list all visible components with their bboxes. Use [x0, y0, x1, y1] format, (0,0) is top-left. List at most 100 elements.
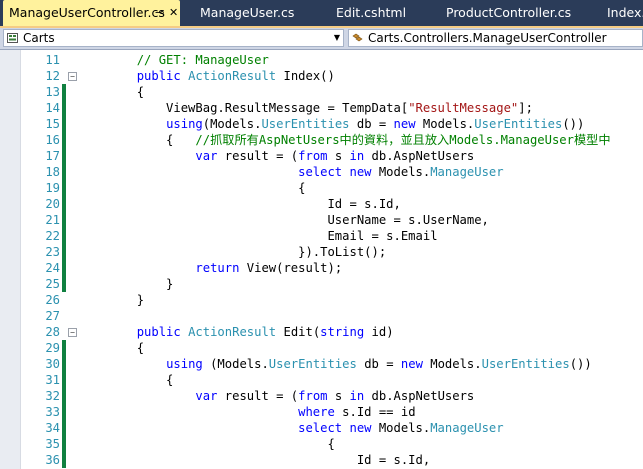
- tab-managerusercontroller[interactable]: ManageUserController.cs ⊸ ✕: [3, 0, 180, 26]
- tab-productcontroller[interactable]: ProductController.cs: [440, 0, 590, 26]
- code-line[interactable]: 15 using(Models.UserEntities db = new Mo…: [0, 116, 643, 132]
- ide-window: ManageUserController.cs ⊸ ✕ ManageUser.c…: [0, 0, 643, 469]
- tab-label: ManageUser.cs: [200, 5, 295, 20]
- code-line[interactable]: 26 }: [0, 292, 643, 308]
- code-line[interactable]: 32 var result = (from s in db.AspNetUser…: [0, 388, 643, 404]
- code-token: {: [78, 85, 145, 99]
- close-icon[interactable]: ✕: [169, 0, 178, 26]
- change-marker: [62, 100, 66, 116]
- code-line[interactable]: 14 ViewBag.ResultMessage = TempData["Res…: [0, 100, 643, 116]
- code-line[interactable]: 25 }: [0, 276, 643, 292]
- code-token: db =: [349, 117, 394, 131]
- tab-index[interactable]: Index.: [601, 0, 643, 26]
- change-marker: [62, 356, 66, 372]
- line-number: 32: [45, 389, 60, 403]
- code-line[interactable]: 19 {: [0, 180, 643, 196]
- line-number: 11: [45, 53, 60, 67]
- code-line[interactable]: 34 select new Models.ManageUser: [0, 420, 643, 436]
- change-marker: [62, 404, 66, 420]
- code-token: Email = s.Email: [78, 229, 438, 243]
- change-marker: [62, 420, 66, 436]
- code-token: using: [166, 117, 203, 131]
- code-text: using (Models.UserEntities db = new Mode…: [78, 356, 592, 372]
- code-line[interactable]: 11 // GET: ManageUser: [0, 52, 643, 68]
- code-line[interactable]: 21 UserName = s.UserName,: [0, 212, 643, 228]
- change-marker: [62, 452, 66, 468]
- change-marker: [62, 228, 66, 244]
- line-number: 23: [45, 245, 60, 259]
- code-token: select new: [298, 421, 379, 435]
- code-line[interactable]: 30 using (Models.UserEntities db = new M…: [0, 356, 643, 372]
- chevron-down-icon: ▼: [333, 33, 340, 42]
- line-number: 21: [45, 213, 60, 227]
- change-marker: [62, 180, 66, 196]
- code-line[interactable]: 17 var result = (from s in db.AspNetUser…: [0, 148, 643, 164]
- change-marker: [62, 212, 66, 228]
- code-editor[interactable]: 11 // GET: ManageUser 12− public ActionRe…: [0, 50, 643, 469]
- code-token: Edit(: [276, 325, 321, 339]
- line-number: 25: [45, 277, 60, 291]
- code-line[interactable]: 28− public ActionResult Edit(string id): [0, 324, 643, 340]
- code-token: {: [78, 341, 145, 355]
- code-line[interactable]: 22 Email = s.Email: [0, 228, 643, 244]
- code-token: // GET: ManageUser: [136, 53, 269, 67]
- line-number: 36: [45, 453, 60, 467]
- code-token: s.Id == id: [342, 405, 416, 419]
- code-line[interactable]: 23 }).ToList();: [0, 244, 643, 260]
- code-line[interactable]: 13 {: [0, 84, 643, 100]
- code-line[interactable]: 36 Id = s.Id,: [0, 452, 643, 468]
- type-dropdown[interactable]: Carts.Controllers.ManageUserController: [348, 29, 643, 47]
- code-line[interactable]: 24 return View(result);: [0, 260, 643, 276]
- pin-icon[interactable]: ⊸: [155, 0, 164, 26]
- code-token: ManageUser: [430, 421, 504, 435]
- code-line[interactable]: 33 where s.Id == id: [0, 404, 643, 420]
- code-text: return View(result);: [78, 260, 342, 276]
- collapse-icon[interactable]: −: [68, 72, 77, 81]
- code-token: var: [195, 389, 225, 403]
- tab-manageuser[interactable]: ManageUser.cs: [194, 0, 314, 26]
- code-text: {: [78, 436, 334, 452]
- code-token: }: [78, 277, 174, 291]
- code-text: ViewBag.ResultMessage = TempData["Result…: [78, 100, 533, 116]
- code-token: var: [195, 149, 225, 163]
- code-token: db.AspNetUsers: [371, 389, 475, 403]
- code-token: ()): [569, 357, 592, 371]
- code-token: s: [334, 149, 350, 163]
- code-token: public: [136, 325, 189, 339]
- code-token: {: [78, 373, 174, 387]
- code-token: result = (: [224, 389, 299, 403]
- code-line[interactable]: 12− public ActionResult Index(): [0, 68, 643, 84]
- code-token: ManageUser: [430, 165, 504, 179]
- change-marker: [62, 244, 66, 260]
- line-number: 14: [45, 101, 60, 115]
- line-number: 31: [45, 373, 60, 387]
- code-text: {: [78, 180, 305, 196]
- code-token: Models.: [430, 357, 482, 371]
- code-token: from: [298, 149, 335, 163]
- navigation-bar: Carts ▼ Carts.Controllers.ManageUserCont…: [0, 28, 643, 50]
- code-line[interactable]: 29 {: [0, 340, 643, 356]
- line-number: 28: [45, 325, 60, 339]
- code-line[interactable]: 35 {: [0, 436, 643, 452]
- code-text: // GET: ManageUser: [78, 52, 269, 68]
- collapse-icon[interactable]: −: [68, 328, 77, 337]
- code-line[interactable]: 20 Id = s.Id,: [0, 196, 643, 212]
- project-dropdown[interactable]: Carts ▼: [3, 29, 344, 47]
- code-token: ];: [518, 101, 533, 115]
- tab-edit-cshtml[interactable]: Edit.cshtml: [330, 0, 430, 26]
- code-text: Id = s.Id,: [78, 452, 430, 468]
- code-token: //抓取所有AspNetUsers中的資料，並且放入Models.ManageU…: [195, 133, 611, 147]
- code-line[interactable]: 31 {: [0, 372, 643, 388]
- code-token: Index(): [276, 69, 335, 83]
- code-text: public ActionResult Index(): [78, 68, 335, 84]
- code-line[interactable]: 16 { //抓取所有AspNetUsers中的資料，並且放入Models.Ma…: [0, 132, 643, 148]
- code-line[interactable]: 27: [0, 308, 643, 324]
- code-token: string: [320, 325, 372, 339]
- code-token: Models.: [378, 421, 431, 435]
- code-line[interactable]: 18 select new Models.ManageUser: [0, 164, 643, 180]
- code-token: Id = s.Id,: [78, 197, 401, 211]
